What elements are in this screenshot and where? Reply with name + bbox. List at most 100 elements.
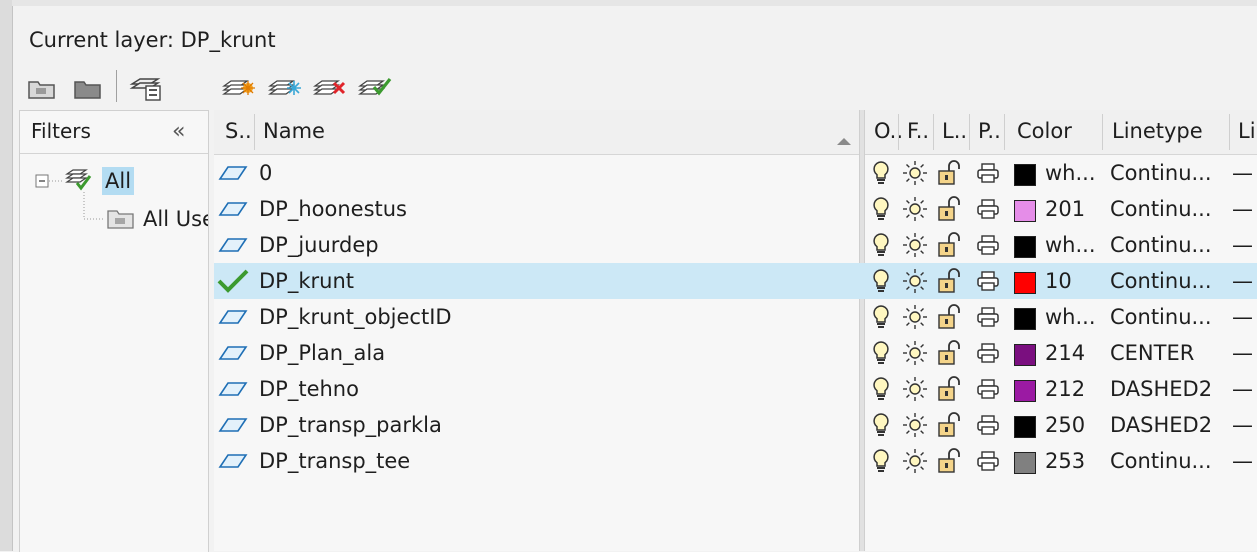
layer-name[interactable]: DP_juurdep [259, 233, 379, 257]
plot-printer-icon[interactable] [976, 414, 1000, 441]
layer-lineweight[interactable]: — [1232, 161, 1253, 185]
color-swatch[interactable] [1014, 452, 1036, 474]
layer-lineweight[interactable]: — [1232, 305, 1253, 329]
column-header-status[interactable]: S.. [225, 119, 252, 143]
on-bulb-icon[interactable] [871, 304, 891, 335]
layer-color-value[interactable]: wh... [1045, 305, 1096, 329]
layer-linetype[interactable]: Continu... [1110, 197, 1212, 221]
new-layer-vp-frozen-icon[interactable] [267, 72, 301, 104]
on-bulb-icon[interactable] [871, 340, 891, 371]
on-bulb-icon[interactable] [871, 196, 891, 227]
unlock-icon[interactable] [937, 340, 965, 371]
layer-color-value[interactable]: 250 [1045, 413, 1085, 437]
on-bulb-icon[interactable] [871, 232, 891, 263]
layer-name[interactable]: DP_krunt [259, 269, 354, 293]
thaw-sun-icon[interactable] [902, 160, 928, 191]
filter-all-used[interactable]: All Used Layers [143, 207, 208, 231]
color-swatch[interactable] [1014, 272, 1036, 294]
column-divider[interactable] [969, 114, 970, 150]
layer-linetype[interactable]: Continu... [1110, 305, 1212, 329]
unlock-icon[interactable] [937, 448, 965, 479]
layer-lineweight[interactable]: — [1232, 269, 1253, 293]
column-divider[interactable] [1229, 114, 1230, 150]
plot-printer-icon[interactable] [976, 198, 1000, 225]
layer-lineweight[interactable]: — [1232, 449, 1253, 473]
thaw-sun-icon[interactable] [902, 448, 928, 479]
layer-icon[interactable] [218, 235, 248, 260]
layer-linetype[interactable]: Continu... [1110, 269, 1212, 293]
layer-icon[interactable] [218, 199, 248, 224]
layer-lineweight[interactable]: — [1232, 341, 1253, 365]
column-header-freeze[interactable]: F.. [907, 119, 929, 143]
layer-name[interactable]: DP_transp_tee [259, 449, 410, 473]
unlock-icon[interactable] [937, 376, 965, 407]
layer-row[interactable]: DP_tehno 212 DASHED2 — [214, 371, 1257, 407]
unlock-icon[interactable] [937, 232, 965, 263]
unlock-icon[interactable] [937, 412, 965, 443]
layer-icon[interactable] [218, 451, 248, 476]
on-bulb-icon[interactable] [871, 412, 891, 443]
layer-icon[interactable] [218, 379, 248, 404]
current-layer-check-icon[interactable] [216, 268, 250, 299]
layer-row[interactable]: DP_Plan_ala 214 CENTER — [214, 335, 1257, 371]
color-swatch[interactable] [1014, 416, 1036, 438]
layer-lineweight[interactable]: — [1232, 413, 1253, 437]
layer-color-value[interactable]: 10 [1045, 269, 1072, 293]
plot-printer-icon[interactable] [976, 378, 1000, 405]
plot-printer-icon[interactable] [976, 342, 1000, 369]
set-current-icon[interactable] [357, 72, 392, 104]
layer-color-value[interactable]: 214 [1045, 341, 1085, 365]
layer-row[interactable]: DP_juurdep wh... Continu... — [214, 227, 1257, 263]
delete-layer-icon[interactable] [312, 72, 346, 104]
layer-color-value[interactable]: wh... [1045, 233, 1096, 257]
layer-states-manager-icon[interactable] [128, 72, 161, 104]
color-swatch[interactable] [1014, 344, 1036, 366]
layer-linetype[interactable]: Continu... [1110, 161, 1212, 185]
new-group-filter-icon[interactable] [72, 72, 104, 104]
color-swatch[interactable] [1014, 236, 1036, 258]
thaw-sun-icon[interactable] [902, 196, 928, 227]
thaw-sun-icon[interactable] [902, 268, 928, 299]
unlock-icon[interactable] [937, 268, 965, 299]
layer-color-value[interactable]: 253 [1045, 449, 1085, 473]
on-bulb-icon[interactable] [871, 448, 891, 479]
plot-printer-icon[interactable] [976, 234, 1000, 261]
column-header-name[interactable]: Name [263, 119, 325, 143]
layer-linetype[interactable]: Continu... [1110, 233, 1212, 257]
layer-color-value[interactable]: 212 [1045, 377, 1085, 401]
plot-printer-icon[interactable] [976, 306, 1000, 333]
column-header-color[interactable]: Color [1017, 119, 1072, 143]
collapse-filters-button[interactable]: « [172, 119, 185, 144]
layer-icon[interactable] [218, 415, 248, 440]
color-swatch[interactable] [1014, 164, 1036, 186]
new-property-filter-icon[interactable] [26, 72, 58, 104]
layer-row[interactable]: 0 wh... Continu... — [214, 155, 1257, 191]
layer-lineweight[interactable]: — [1232, 197, 1253, 221]
unlock-icon[interactable] [937, 160, 965, 191]
layer-linetype[interactable]: DASHED2 [1110, 413, 1212, 437]
plot-printer-icon[interactable] [976, 450, 1000, 477]
column-divider[interactable] [933, 114, 934, 150]
layer-name[interactable]: DP_hoonestus [259, 197, 407, 221]
on-bulb-icon[interactable] [871, 268, 891, 299]
layer-linetype[interactable]: DASHED2 [1110, 377, 1212, 401]
column-divider[interactable] [1004, 114, 1005, 150]
layer-row[interactable]: DP_transp_tee 253 Continu... — [214, 443, 1257, 479]
thaw-sun-icon[interactable] [902, 232, 928, 263]
plot-printer-icon[interactable] [976, 162, 1000, 189]
layer-name[interactable]: DP_krunt_objectID [259, 305, 452, 329]
column-header-lock[interactable]: L.. [942, 119, 967, 143]
layer-row[interactable]: DP_transp_parkla 250 DASHED2 — [214, 407, 1257, 443]
layer-row[interactable]: DP_krunt_objectID wh... Continu... — [214, 299, 1257, 335]
column-divider[interactable] [1102, 114, 1103, 150]
layer-lineweight[interactable]: — [1232, 377, 1253, 401]
layer-name[interactable]: DP_Plan_ala [259, 341, 385, 365]
filter-all[interactable]: All [102, 167, 135, 195]
on-bulb-icon[interactable] [871, 376, 891, 407]
layer-icon[interactable] [218, 307, 248, 332]
column-header-plot[interactable]: P.. [978, 119, 1001, 143]
column-divider[interactable] [898, 114, 899, 150]
layer-name[interactable]: 0 [259, 161, 272, 185]
layer-icon[interactable] [218, 343, 248, 368]
column-divider[interactable] [254, 114, 255, 150]
